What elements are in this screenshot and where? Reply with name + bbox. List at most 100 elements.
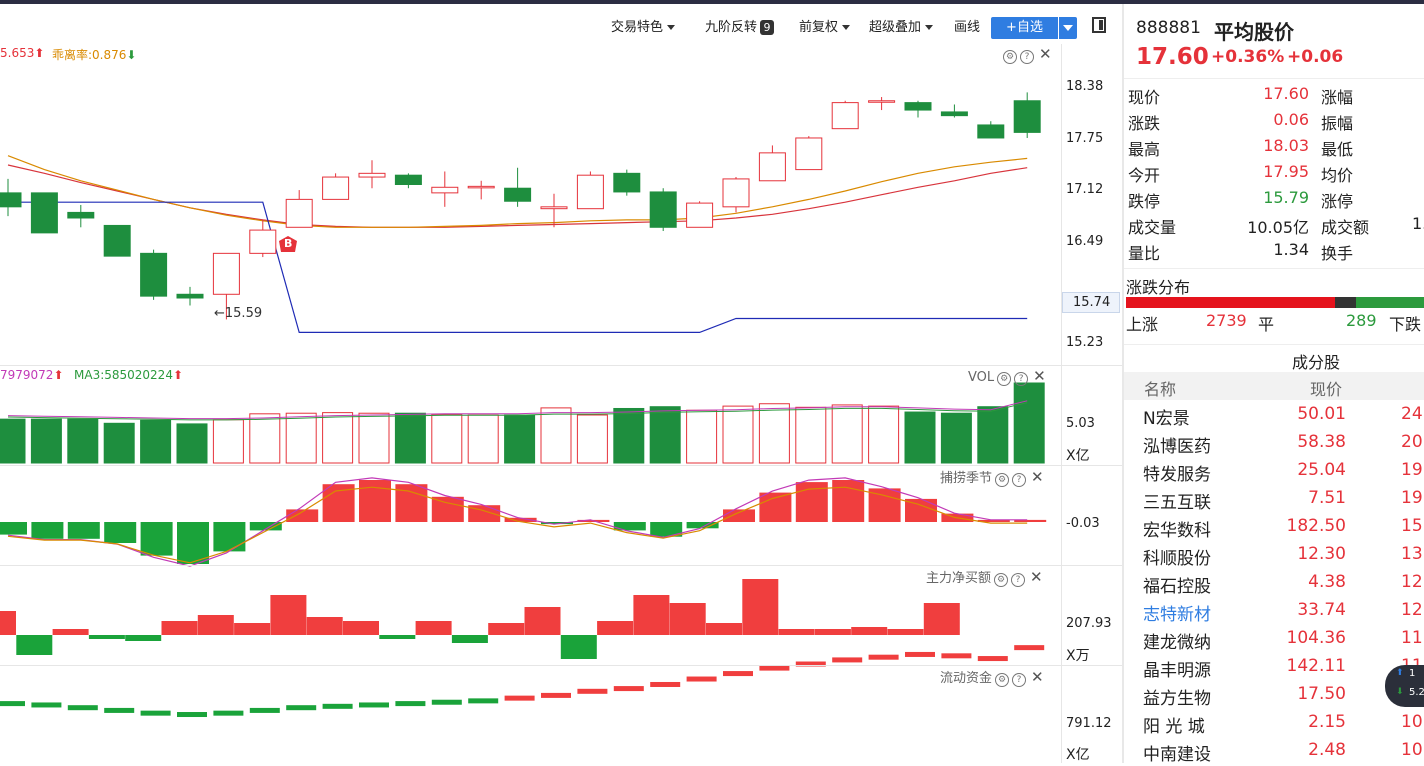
- help-icon[interactable]: ?: [1012, 473, 1027, 487]
- close-icon[interactable]: ✕: [1039, 45, 1052, 63]
- buy-marker[interactable]: B: [278, 236, 298, 254]
- constituent-name: 三五互联: [1143, 493, 1211, 513]
- price-axis-label: 16.49: [1066, 234, 1104, 249]
- constituent-row[interactable]: 科顺股份 12.30 13: [1124, 542, 1424, 570]
- season-chart: [0, 477, 1047, 567]
- mainnet-unit-label: X万: [1066, 648, 1090, 664]
- quote-label-2: 涨幅: [1321, 88, 1354, 107]
- adjust-label: 前复权: [799, 20, 839, 35]
- close-icon[interactable]: ✕: [1030, 568, 1043, 586]
- mainnet-bar: [778, 629, 815, 635]
- season-bar: [177, 522, 209, 564]
- volume-bar: [394, 412, 426, 464]
- column-price[interactable]: 现价: [1310, 376, 1342, 400]
- settings-icon[interactable]: ⚙: [994, 573, 1009, 587]
- constituent-change: 24: [1401, 404, 1423, 424]
- overlay-menu[interactable]: 超级叠加: [869, 16, 934, 35]
- flow-bar: [941, 653, 972, 659]
- add-watchlist-button[interactable]: +自选: [991, 17, 1058, 39]
- settings-icon[interactable]: ⚙: [995, 673, 1010, 687]
- constituent-row[interactable]: 中南建设 2.48 10: [1124, 738, 1424, 766]
- quote-label: 跌停: [1128, 192, 1161, 211]
- help-icon[interactable]: ?: [1014, 372, 1029, 386]
- volume-bar: [212, 419, 244, 464]
- settings-icon[interactable]: ⚙: [997, 372, 1012, 386]
- help-icon[interactable]: ?: [1011, 573, 1026, 587]
- price-axis-label: 18.38: [1066, 79, 1104, 94]
- panel-separator: [0, 565, 1122, 566]
- mainnet-bar: [306, 617, 343, 635]
- constituent-row[interactable]: 益方生物17.5011: [1124, 682, 1424, 710]
- flow-bar: [67, 705, 98, 711]
- candle: [795, 137, 823, 171]
- constituent-change: 10: [1401, 740, 1423, 760]
- constituent-row[interactable]: 福石控股 4.38 12: [1124, 570, 1424, 598]
- flow-bar: [431, 699, 462, 705]
- quote-label: 涨跌: [1128, 114, 1161, 133]
- volume-bar: [576, 414, 608, 464]
- settings-icon[interactable]: ⚙: [995, 473, 1010, 487]
- quote-value: 17.95: [1263, 162, 1309, 181]
- separator: [1124, 78, 1424, 79]
- volume-bar: [467, 414, 499, 464]
- constituent-row[interactable]: 阳 光 城 2.15 10: [1124, 710, 1424, 738]
- settings-icon[interactable]: ⚙: [1003, 50, 1017, 64]
- constituent-row[interactable]: 三五互联 7.51 19: [1124, 486, 1424, 514]
- constituent-row[interactable]: N宏景 50.01 24: [1124, 402, 1424, 430]
- mainnet-bar: [560, 635, 597, 659]
- column-name[interactable]: 名称: [1144, 376, 1176, 400]
- constituent-change: 19: [1401, 488, 1423, 508]
- volume-bar: [67, 418, 99, 464]
- constituent-row[interactable]: 建龙微纳 104.36 11: [1124, 626, 1424, 654]
- chevron-down-icon: [842, 25, 851, 30]
- sidebar-toggle-icon[interactable]: [1092, 17, 1106, 33]
- adjust-menu[interactable]: 前复权: [799, 16, 851, 35]
- mainnet-bar: [16, 635, 53, 655]
- flow-bar: [613, 686, 644, 692]
- candle: [504, 187, 532, 202]
- help-icon[interactable]: ?: [1012, 673, 1027, 687]
- close-icon[interactable]: ✕: [1031, 468, 1044, 486]
- mainnet-bar: [197, 615, 234, 635]
- flow-unit-label: X亿: [1066, 747, 1090, 763]
- floating-indicator-widget[interactable]: ⬆ 1 ⬇ 5.2: [1385, 665, 1424, 707]
- widget-down-value: 5.2: [1409, 687, 1424, 698]
- constituent-row[interactable]: 志特新材 33.74 12: [1124, 598, 1424, 626]
- candle: [1013, 100, 1041, 133]
- close-icon[interactable]: ✕: [1031, 668, 1044, 686]
- trade-features-menu[interactable]: 交易特色: [611, 16, 676, 35]
- widget-up-value: 1: [1409, 668, 1416, 679]
- mainnet-bar: [524, 607, 561, 635]
- constituent-price: 50.01: [1297, 404, 1346, 424]
- mainnet-bar: [270, 595, 307, 635]
- volume-bar: [322, 412, 354, 464]
- flow-bar: [140, 710, 171, 716]
- constituent-row[interactable]: 宏华数科 182.50 15: [1124, 514, 1424, 542]
- constituent-row[interactable]: 晶丰明源142.1111: [1124, 654, 1424, 682]
- flow-bar: [359, 702, 389, 708]
- overlay-label: 超级叠加: [869, 20, 922, 35]
- chart-canvas: [0, 92, 1047, 718]
- season-bar: [613, 522, 646, 531]
- draw-line-button[interactable]: 画线: [954, 16, 980, 35]
- vol-ma-label: 7979072⬆: [0, 368, 64, 382]
- watchlist-dropdown-button[interactable]: [1059, 17, 1077, 39]
- nine-reversal-menu[interactable]: 九阶反转 9: [705, 16, 775, 35]
- constituent-row[interactable]: 特发服务 25.04 19: [1124, 458, 1424, 486]
- chart-toolbar: 交易特色 九阶反转 9 前复权 超级叠加 画线 +自选: [0, 4, 1122, 44]
- constituent-price: 4.38: [1308, 572, 1346, 592]
- volume-bar: [30, 418, 62, 464]
- close-icon[interactable]: ✕: [1033, 367, 1046, 385]
- mainnet-bar: [343, 621, 379, 635]
- help-icon[interactable]: ?: [1020, 50, 1034, 64]
- constituent-price: 33.74: [1297, 600, 1346, 620]
- flow-bar: [577, 688, 608, 694]
- candle: [431, 186, 459, 194]
- constituent-name: 建龙微纳: [1143, 633, 1211, 653]
- flow-bar: [686, 676, 717, 682]
- buy-marker-label: B: [284, 237, 293, 250]
- quote-label-2: 涨停: [1321, 192, 1354, 211]
- constituent-row[interactable]: 泓博医药 58.38 20: [1124, 430, 1424, 458]
- quote-label: 成交量: [1128, 218, 1177, 237]
- volume-bar: [285, 412, 317, 464]
